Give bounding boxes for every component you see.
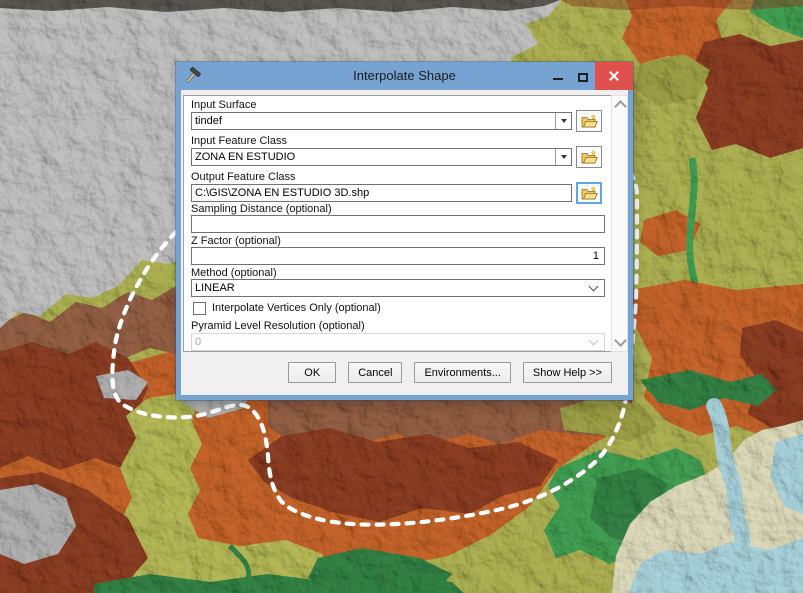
input-surface-browse-button[interactable] <box>576 110 602 132</box>
method-dropdown[interactable]: LINEAR <box>191 279 605 297</box>
chevron-down-icon <box>589 336 599 346</box>
scroll-down-icon[interactable] <box>614 334 627 347</box>
pyramid-level-value: 0 <box>192 334 204 350</box>
environments-button[interactable]: Environments... <box>414 362 510 383</box>
input-feature-class-combobox[interactable]: ZONA EN ESTUDIO <box>191 148 572 166</box>
input-surface-label: Input Surface <box>191 99 256 111</box>
vertical-scrollbar[interactable] <box>611 95 628 352</box>
open-folder-icon <box>581 114 598 128</box>
dialog-titlebar[interactable]: Interpolate Shape <box>176 62 633 90</box>
maximize-button[interactable] <box>570 62 595 90</box>
ok-button[interactable]: OK <box>288 362 336 383</box>
z-factor-label: Z Factor (optional) <box>191 235 281 247</box>
pyramid-level-dropdown: 0 <box>191 333 605 351</box>
dropdown-arrow-icon[interactable] <box>555 149 571 165</box>
close-button[interactable] <box>595 62 633 90</box>
show-help-button[interactable]: Show Help >> <box>523 362 612 383</box>
open-folder-icon <box>581 150 598 164</box>
pyramid-level-label: Pyramid Level Resolution (optional) <box>191 320 365 332</box>
input-surface-value: tindef <box>192 113 555 129</box>
output-feature-class-label: Output Feature Class <box>191 171 296 183</box>
method-value: LINEAR <box>192 280 238 296</box>
cancel-button[interactable]: Cancel <box>348 362 402 383</box>
arcmap-viewport: Interpolate Shape Input Surface tindef <box>0 0 803 593</box>
interpolate-vertices-label: Interpolate Vertices Only (optional) <box>212 302 381 315</box>
dialog-button-row: OK Cancel Environments... Show Help >> <box>181 362 612 383</box>
minimize-button[interactable] <box>545 62 570 90</box>
output-feature-class-browse-button[interactable] <box>576 182 602 204</box>
output-feature-class-input[interactable]: C:\GIS\ZONA EN ESTUDIO 3D.shp <box>191 184 572 202</box>
method-label: Method (optional) <box>191 267 277 279</box>
sampling-distance-input[interactable] <box>191 215 605 233</box>
parameters-panel: Input Surface tindef Input Feature Class… <box>183 95 612 352</box>
dropdown-arrow-icon[interactable] <box>555 113 571 129</box>
maximize-icon <box>578 73 588 82</box>
input-surface-combobox[interactable]: tindef <box>191 112 572 130</box>
minimize-icon <box>553 78 563 80</box>
input-feature-class-label: Input Feature Class <box>191 135 287 147</box>
open-folder-icon <box>581 186 598 200</box>
input-feature-class-value: ZONA EN ESTUDIO <box>192 149 555 165</box>
chevron-down-icon <box>589 282 599 292</box>
interpolate-vertices-checkbox[interactable] <box>193 302 206 315</box>
scroll-up-icon[interactable] <box>614 100 627 113</box>
z-factor-input[interactable]: 1 <box>191 247 605 265</box>
input-feature-class-browse-button[interactable] <box>576 146 602 168</box>
interpolate-shape-dialog: Interpolate Shape Input Surface tindef <box>176 62 633 400</box>
sampling-distance-label: Sampling Distance (optional) <box>191 203 332 215</box>
